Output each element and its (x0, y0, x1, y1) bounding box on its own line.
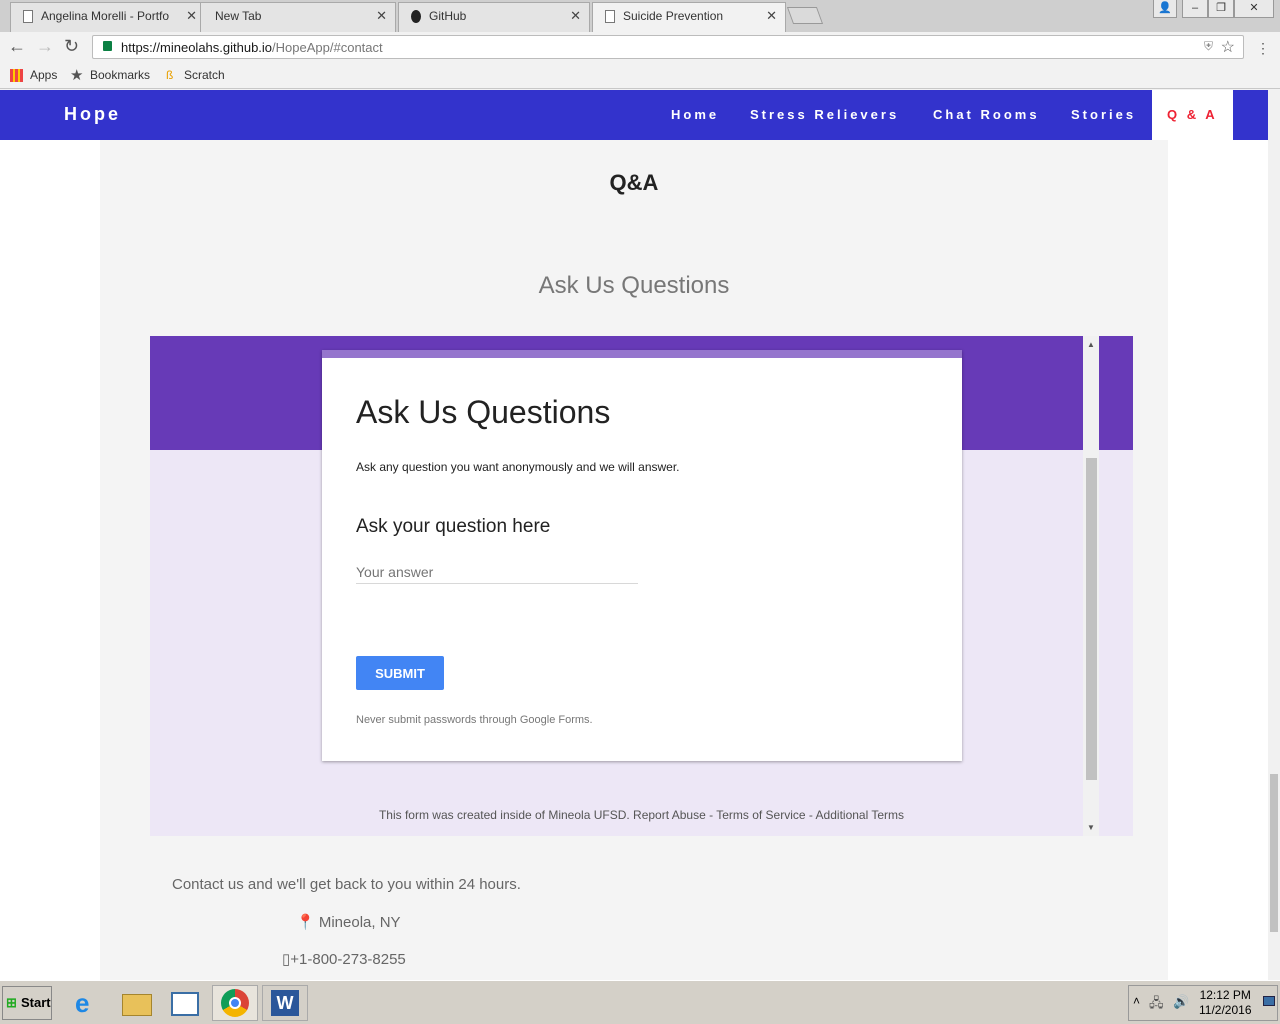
phone-text: +1-800-273-8255 (290, 951, 406, 968)
menu-icon[interactable]: ⋮ (1256, 40, 1270, 57)
nav-chat-rooms[interactable]: Chat Rooms (933, 107, 1040, 122)
address-bar[interactable]: https://mineolahs.github.io/HopeApp/#con… (92, 35, 1244, 59)
page-scroll-thumb[interactable] (1270, 774, 1278, 932)
tab-new-tab[interactable]: New Tab ✕ (200, 2, 396, 32)
tab-github[interactable]: GitHub ✕ (398, 2, 590, 32)
scroll-up-icon[interactable]: ▲ (1087, 340, 1095, 349)
scroll-thumb[interactable] (1086, 458, 1097, 780)
github-icon (411, 10, 421, 23)
section-title: Q&A (609, 170, 659, 195)
lock-icon (103, 41, 112, 51)
url-host: https://mineolahs.github.io (121, 40, 273, 55)
tab-strip: Angelina Morelli - Portfo ✕ New Tab ✕ Gi… (0, 0, 1280, 33)
bookmark-label: Apps (30, 68, 58, 82)
location-text: Mineola, NY (318, 914, 401, 931)
file-explorer-icon[interactable] (113, 985, 159, 1021)
bookmark-label: Scratch (184, 68, 225, 82)
clock[interactable]: 12:12 PM 11/2/2016 (1199, 988, 1252, 1018)
show-desktop-icon[interactable] (1263, 996, 1275, 1006)
word-icon[interactable]: W (262, 985, 308, 1021)
tab-title: GitHub (429, 9, 467, 23)
site-navbar: Hope Home Stress Relievers Chat Rooms St… (0, 90, 1268, 140)
clock-time: 12:12 PM (1199, 988, 1251, 1002)
internet-explorer-icon[interactable]: e (64, 985, 110, 1021)
apps-icon (10, 69, 23, 82)
web-page: Hope Home Stress Relievers Chat Rooms St… (0, 90, 1268, 980)
section-subtitle: Ask Us Questions (538, 272, 730, 299)
scroll-down-icon[interactable]: ▼ (1087, 823, 1095, 832)
back-icon[interactable]: ← (8, 37, 26, 55)
bookmark-scratch[interactable]: ß Scratch (164, 68, 225, 82)
star-icon: ★ (70, 67, 84, 84)
question-label: Ask your question here (356, 516, 551, 537)
answer-input[interactable] (356, 560, 638, 584)
nav-qa[interactable]: Q & A (1152, 90, 1233, 140)
tab-title: New Tab (215, 9, 262, 23)
form-card: Ask Us Questions Ask any question you wa… (322, 350, 962, 761)
network-icon[interactable]: 🖧 (1149, 994, 1164, 1016)
profile-icon[interactable]: 👤 (1153, 0, 1177, 18)
reload-icon[interactable]: ↻ (64, 37, 79, 55)
site-brand[interactable]: Hope (64, 104, 121, 125)
scratch-icon: ß (166, 68, 174, 82)
form-footer[interactable]: This form was created inside of Mineola … (150, 808, 1133, 822)
close-icon[interactable]: ✕ (570, 3, 581, 29)
window-app-icon[interactable] (162, 985, 208, 1021)
minimize-icon[interactable]: – (1182, 0, 1208, 18)
restore-icon[interactable]: ❐ (1208, 0, 1234, 18)
form-description: Ask any question you want anonymously an… (356, 460, 680, 474)
tab-portfolio[interactable]: Angelina Morelli - Portfo ✕ (10, 2, 206, 32)
bookmark-label: Bookmarks (90, 68, 151, 82)
tab-title: Angelina Morelli - Portfo (41, 9, 170, 23)
contact-section: Q&A Ask Us Questions Ask Us Questions As… (100, 140, 1168, 980)
volume-icon[interactable]: 🔊 (1173, 994, 1189, 1010)
contact-blurb: Contact us and we'll get back to you wit… (172, 876, 521, 893)
shield-icon[interactable]: ⛨ (1204, 39, 1213, 54)
page-icon (23, 10, 33, 23)
submit-button[interactable]: SUBMIT (356, 656, 444, 690)
close-icon[interactable]: ✕ (766, 3, 777, 29)
windows-logo-icon: ⊞ (6, 995, 17, 1010)
tab-suicide-prevention[interactable]: Suicide Prevention ✕ (592, 2, 786, 33)
page-scrollbar[interactable] (1268, 90, 1280, 980)
url-text: https://mineolahs.github.io/HopeApp/#con… (121, 40, 383, 55)
browser-chrome: Angelina Morelli - Portfo ✕ New Tab ✕ Gi… (0, 0, 1280, 90)
tab-title: Suicide Prevention (623, 9, 724, 23)
windows-taskbar: ⊞ Start e W ˄ 🖧 🔊 12:12 PM 11/2/2016 (0, 980, 1280, 1024)
start-button[interactable]: ⊞ Start (2, 986, 52, 1020)
nav-stories[interactable]: Stories (1071, 107, 1136, 122)
tray-expand-icon[interactable]: ˄ (1133, 994, 1140, 1008)
bookmark-bookmarks[interactable]: ★ Bookmarks (70, 67, 151, 84)
form-title: Ask Us Questions (356, 394, 611, 430)
chrome-icon[interactable] (212, 985, 258, 1021)
start-label: Start (21, 995, 51, 1010)
close-icon[interactable]: ✕ (376, 3, 387, 29)
star-icon[interactable]: ☆ (1221, 37, 1235, 57)
nav-home[interactable]: Home (671, 107, 719, 122)
clock-date: 11/2/2016 (1199, 1003, 1252, 1017)
phone: ▯+1-800-273-8255 (282, 950, 406, 968)
form-scrollbar[interactable]: ▲ ▼ (1083, 336, 1099, 836)
url-path: /HopeApp/#contact (272, 40, 383, 55)
password-warning: Never submit passwords through Google Fo… (356, 714, 593, 726)
new-tab-button[interactable] (786, 7, 824, 24)
page-icon (605, 10, 615, 23)
bookmarks-bar: Apps ★ Bookmarks ß Scratch (0, 63, 1280, 89)
location: 📍 Mineola, NY (296, 913, 401, 931)
nav-stress-relievers[interactable]: Stress Relievers (750, 107, 899, 122)
close-window-icon[interactable]: ✕ (1234, 0, 1274, 18)
close-icon[interactable]: ✕ (186, 3, 197, 29)
system-tray: ˄ 🖧 🔊 12:12 PM 11/2/2016 (1128, 985, 1278, 1021)
google-form-embed: Ask Us Questions Ask any question you wa… (150, 336, 1133, 836)
forward-icon[interactable]: → (36, 37, 54, 55)
map-pin-icon: 📍 (296, 914, 315, 931)
bookmark-apps[interactable]: Apps (10, 68, 57, 82)
